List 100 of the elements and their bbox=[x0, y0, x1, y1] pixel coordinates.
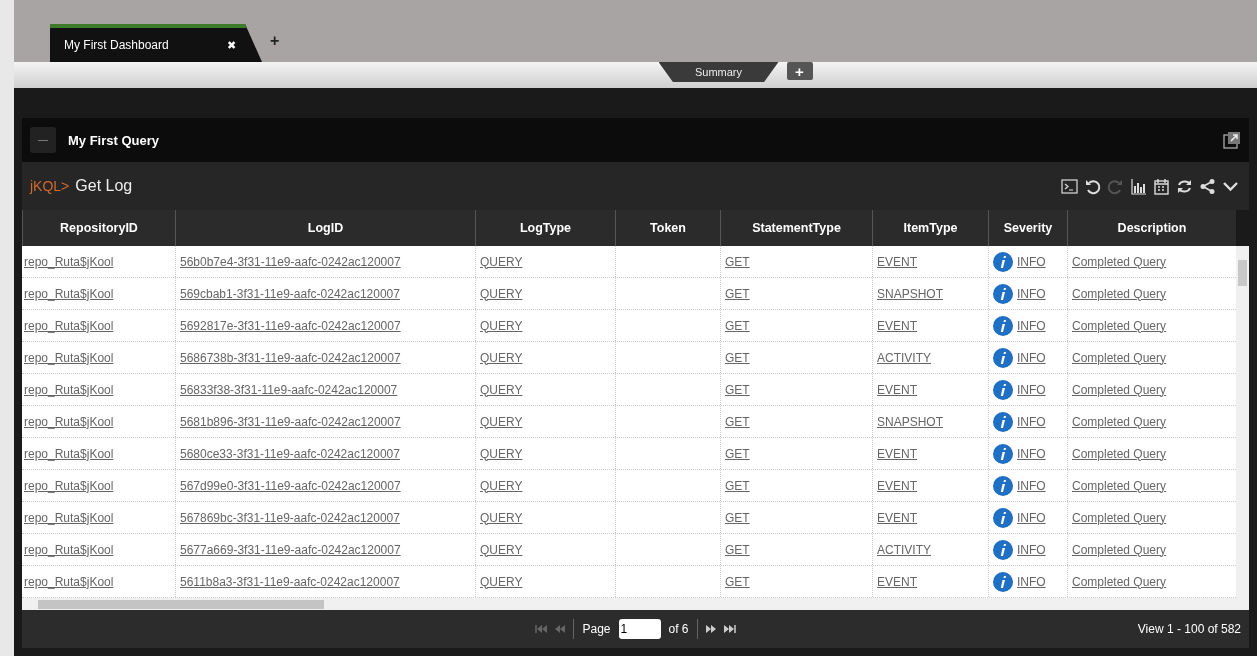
table-link[interactable]: repo_Ruta$jKool bbox=[24, 542, 114, 557]
table-link[interactable]: INFO bbox=[1017, 382, 1046, 397]
table-link[interactable]: INFO bbox=[1017, 574, 1046, 589]
table-link[interactable]: repo_Ruta$jKool bbox=[24, 286, 114, 301]
table-link[interactable]: 567d99e0-3f31-11e9-aafc-0242ac120007 bbox=[180, 478, 401, 493]
table-link[interactable]: INFO bbox=[1017, 318, 1046, 333]
close-icon[interactable]: ✖ bbox=[227, 38, 236, 52]
table-link[interactable]: INFO bbox=[1017, 254, 1046, 269]
table-link[interactable]: INFO bbox=[1017, 478, 1046, 493]
table-link[interactable]: repo_Ruta$jKool bbox=[24, 382, 114, 397]
table-link[interactable]: GET bbox=[725, 318, 750, 333]
table-link[interactable]: EVENT bbox=[877, 254, 917, 269]
table-link[interactable]: EVENT bbox=[877, 574, 917, 589]
table-link[interactable]: QUERY bbox=[480, 318, 523, 333]
table-link[interactable]: 56b0b7e4-3f31-11e9-aafc-0242ac120007 bbox=[180, 254, 401, 269]
sheet-tab[interactable]: Summary bbox=[658, 62, 779, 82]
page-count: of 6 bbox=[668, 622, 689, 636]
vertical-scrollbar[interactable] bbox=[1236, 246, 1249, 610]
table-link[interactable]: EVENT bbox=[877, 318, 917, 333]
table-link[interactable]: Completed Query bbox=[1072, 350, 1167, 365]
horizontal-scrollbar[interactable] bbox=[22, 598, 1236, 610]
table-link[interactable]: QUERY bbox=[480, 478, 523, 493]
table-link[interactable]: GET bbox=[725, 254, 750, 269]
refresh-icon[interactable] bbox=[1176, 177, 1193, 195]
table-link[interactable]: Completed Query bbox=[1072, 414, 1167, 429]
table-link[interactable]: QUERY bbox=[480, 446, 523, 461]
add-dashboard-button[interactable]: + bbox=[270, 32, 280, 50]
table-link[interactable]: 569cbab1-3f31-11e9-aafc-0242ac120007 bbox=[180, 286, 400, 301]
table-link[interactable]: Completed Query bbox=[1072, 254, 1167, 269]
table-link[interactable]: Completed Query bbox=[1072, 318, 1167, 333]
table-link[interactable]: QUERY bbox=[480, 382, 523, 397]
table-link[interactable]: ACTIVITY bbox=[877, 542, 931, 557]
table-link[interactable]: Completed Query bbox=[1072, 542, 1167, 557]
table-link[interactable]: Completed Query bbox=[1072, 382, 1167, 397]
table-link[interactable]: GET bbox=[725, 574, 750, 589]
table-link[interactable]: 5677a669-3f31-11e9-aafc-0242ac120007 bbox=[180, 542, 401, 557]
table-link[interactable]: repo_Ruta$jKool bbox=[24, 350, 114, 365]
table-link[interactable]: EVENT bbox=[877, 446, 917, 461]
popout-icon[interactable] bbox=[1223, 131, 1241, 149]
table-link[interactable]: 5680ce33-3f31-11e9-aafc-0242ac120007 bbox=[180, 446, 400, 461]
last-page-icon[interactable] bbox=[723, 625, 736, 633]
table-link[interactable]: GET bbox=[725, 510, 750, 525]
table-link[interactable]: SNAPSHOT bbox=[877, 414, 943, 429]
table-link[interactable]: Completed Query bbox=[1072, 574, 1167, 589]
table-link[interactable]: Completed Query bbox=[1072, 286, 1167, 301]
terminal-icon[interactable] bbox=[1061, 177, 1078, 195]
table-link[interactable]: repo_Ruta$jKool bbox=[24, 478, 114, 493]
table-link[interactable]: SNAPSHOT bbox=[877, 286, 943, 301]
table-link[interactable]: GET bbox=[725, 414, 750, 429]
table-link[interactable]: GET bbox=[725, 350, 750, 365]
table-link[interactable]: GET bbox=[725, 382, 750, 397]
table-link[interactable]: INFO bbox=[1017, 286, 1046, 301]
table-link[interactable]: 5611b8a3-3f31-11e9-aafc-0242ac120007 bbox=[180, 574, 400, 589]
table-link[interactable]: 56833f38-3f31-11e9-aafc-0242ac120007 bbox=[180, 382, 398, 397]
share-icon[interactable] bbox=[1199, 177, 1216, 195]
table-link[interactable]: EVENT bbox=[877, 382, 917, 397]
table-link[interactable]: QUERY bbox=[480, 254, 523, 269]
info-icon bbox=[993, 475, 1013, 496]
table-link[interactable]: GET bbox=[725, 478, 750, 493]
table-link[interactable]: repo_Ruta$jKool bbox=[24, 254, 114, 269]
table-link[interactable]: EVENT bbox=[877, 510, 917, 525]
table-link[interactable]: QUERY bbox=[480, 286, 523, 301]
table-link[interactable]: repo_Ruta$jKool bbox=[24, 414, 114, 429]
table-link[interactable]: QUERY bbox=[480, 510, 523, 525]
table-link[interactable]: repo_Ruta$jKool bbox=[24, 446, 114, 461]
info-icon bbox=[993, 347, 1013, 368]
panel-title: My First Query bbox=[68, 132, 160, 148]
table-link[interactable]: INFO bbox=[1017, 350, 1046, 365]
table-link[interactable]: QUERY bbox=[480, 414, 523, 429]
table-link[interactable]: QUERY bbox=[480, 574, 523, 589]
table-link[interactable]: EVENT bbox=[877, 478, 917, 493]
table-link[interactable]: 5692817e-3f31-11e9-aafc-0242ac120007 bbox=[180, 318, 401, 333]
table-link[interactable]: Completed Query bbox=[1072, 446, 1167, 461]
page-input[interactable]: 1 bbox=[618, 619, 661, 639]
add-sheet-button[interactable]: + bbox=[786, 62, 813, 80]
table-link[interactable]: INFO bbox=[1017, 446, 1046, 461]
query-name: Get Log bbox=[75, 177, 133, 195]
table-link[interactable]: INFO bbox=[1017, 414, 1046, 429]
chart-icon[interactable] bbox=[1130, 177, 1147, 195]
undo-icon[interactable] bbox=[1084, 177, 1101, 195]
table-link[interactable]: GET bbox=[725, 446, 750, 461]
table-link[interactable]: Completed Query bbox=[1072, 510, 1167, 525]
table-link[interactable]: repo_Ruta$jKool bbox=[24, 318, 114, 333]
table-link[interactable]: INFO bbox=[1017, 510, 1046, 525]
table-link[interactable]: repo_Ruta$jKool bbox=[24, 574, 114, 589]
table-link[interactable]: ACTIVITY bbox=[877, 350, 931, 365]
table-link[interactable]: QUERY bbox=[480, 350, 523, 365]
table-link[interactable]: repo_Ruta$jKool bbox=[24, 510, 114, 525]
calendar-icon[interactable] bbox=[1153, 177, 1170, 195]
table-link[interactable]: GET bbox=[725, 286, 750, 301]
table-link[interactable]: 5686738b-3f31-11e9-aafc-0242ac120007 bbox=[180, 350, 401, 365]
table-link[interactable]: INFO bbox=[1017, 542, 1046, 557]
table-link[interactable]: 5681b896-3f31-11e9-aafc-0242ac120007 bbox=[180, 414, 401, 429]
table-link[interactable]: 567869bc-3f31-11e9-aafc-0242ac120007 bbox=[180, 510, 400, 525]
record-count: View 1 - 100 of 582 bbox=[1137, 622, 1241, 636]
dashboard-tab[interactable]: My First Dashboard ✖ bbox=[50, 24, 262, 62]
next-page-icon[interactable] bbox=[705, 625, 716, 633]
table-link[interactable]: GET bbox=[725, 542, 750, 557]
table-link[interactable]: Completed Query bbox=[1072, 478, 1167, 493]
table-link[interactable]: QUERY bbox=[480, 542, 523, 557]
